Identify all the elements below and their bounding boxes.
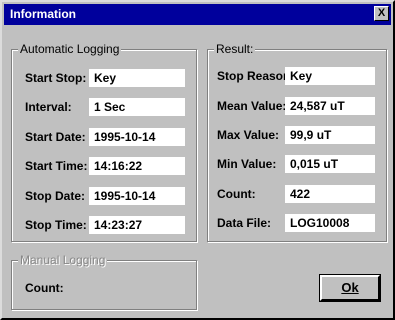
result-title: Result: xyxy=(214,42,256,56)
mean-value-value: 24,587 uT xyxy=(285,97,375,115)
manual-logging-group: Manual Logging Count: xyxy=(11,253,197,310)
manual-count-label: Count: xyxy=(25,281,64,295)
title-bar[interactable]: Information X xyxy=(4,4,391,25)
close-icon: X xyxy=(377,7,386,19)
stop-reason-value: Key xyxy=(285,67,375,85)
manual-logging-title: Manual Logging xyxy=(18,253,108,267)
stop-date-value: 1995-10-14 xyxy=(89,187,185,205)
max-value-value: 99,9 uT xyxy=(285,126,375,144)
close-button[interactable]: X xyxy=(374,6,389,21)
result-group: Result: Stop Reason: Key Mean Value: 24,… xyxy=(207,42,387,242)
min-value-label: Min Value: xyxy=(217,157,277,171)
stop-date-label: Stop Date: xyxy=(25,189,85,203)
start-time-value: 14:16:22 xyxy=(89,157,185,175)
count-value: 422 xyxy=(285,185,375,203)
start-time-label: Start Time: xyxy=(25,159,88,173)
start-date-value: 1995-10-14 xyxy=(89,128,185,146)
stop-time-label: Stop Time: xyxy=(25,218,87,232)
stop-time-value: 14:23:27 xyxy=(89,216,185,234)
interval-value: 1 Sec xyxy=(89,98,185,116)
data-file-label: Data File: xyxy=(217,216,272,230)
ok-button-label: Ok xyxy=(341,280,359,295)
interval-label: Interval: xyxy=(25,100,72,114)
mean-value-label: Mean Value: xyxy=(217,99,287,113)
min-value-value: 0,015 uT xyxy=(285,155,375,173)
window-title: Information xyxy=(10,7,76,21)
count-label: Count: xyxy=(217,187,256,201)
stop-reason-label: Stop Reason: xyxy=(217,69,295,83)
automatic-logging-title: Automatic Logging xyxy=(18,42,122,56)
ok-button[interactable]: Ok xyxy=(319,274,381,302)
start-stop-value: Key xyxy=(89,69,185,87)
information-dialog: Information X Automatic Logging Start St… xyxy=(0,0,395,320)
start-stop-label: Start Stop: xyxy=(25,71,87,85)
data-file-value: LOG10008 xyxy=(285,214,375,232)
start-date-label: Start Date: xyxy=(25,130,86,144)
automatic-logging-group: Automatic Logging Start Stop: Key Interv… xyxy=(11,42,197,242)
max-value-label: Max Value: xyxy=(217,128,280,142)
